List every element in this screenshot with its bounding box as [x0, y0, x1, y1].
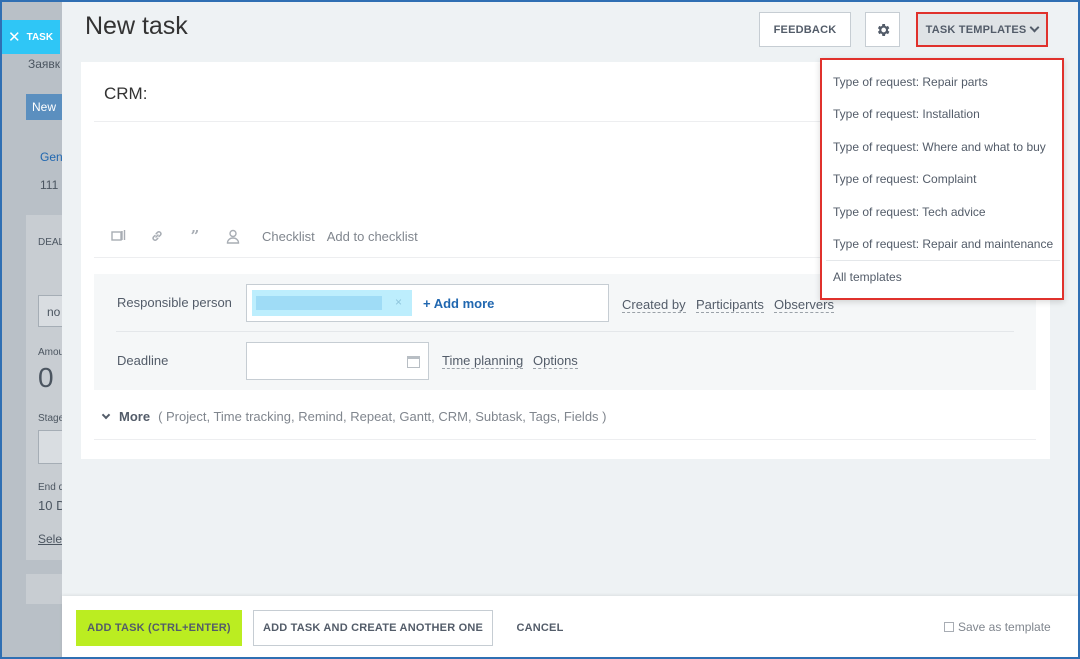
save-as-template-checkbox[interactable]	[944, 622, 954, 632]
more-section-toggle[interactable]: More ( Project, Time tracking, Remind, R…	[101, 409, 607, 424]
participants-link[interactable]: Participants	[696, 297, 764, 313]
add-task-button[interactable]: ADD TASK (CTRL+ENTER)	[76, 610, 242, 646]
task-slider: New task FEEDBACK TASK TEMPLATES CRM: ”	[62, 2, 1078, 657]
add-task-and-create-another-button[interactable]: ADD TASK AND CREATE ANOTHER ONE	[253, 610, 493, 646]
more-label: More	[119, 409, 151, 424]
more-items: ( Project, Time tracking, Remind, Repeat…	[158, 409, 607, 424]
all-templates-link[interactable]: All templates	[833, 270, 902, 284]
save-as-template-label: Save as template	[958, 620, 1051, 634]
feedback-button[interactable]: FEEDBACK	[759, 12, 851, 47]
calendar-icon[interactable]	[407, 356, 420, 368]
footer-bar: ADD TASK (CTRL+ENTER) ADD TASK AND CREAT…	[62, 596, 1078, 657]
attach-file-icon[interactable]	[110, 228, 128, 244]
settings-button[interactable]	[865, 12, 900, 47]
quote-icon[interactable]: ”	[186, 227, 204, 245]
template-item-repair-maintenance[interactable]: Type of request: Repair and maintenance	[833, 237, 1053, 251]
bg-stage-label: Stage	[38, 413, 64, 424]
bg-tab-fragment: Gen	[40, 150, 63, 164]
responsible-person-field[interactable]: × + Add more	[246, 284, 609, 322]
bg-end-label: End d	[38, 482, 64, 493]
window-frame: Заявк New Gen 111 DEAL no Amou 0 Stage E…	[0, 0, 1080, 659]
redacted-name	[256, 296, 382, 310]
save-as-template-option[interactable]: Save as template	[944, 620, 1051, 634]
task-templates-button[interactable]: TASK TEMPLATES	[916, 12, 1048, 47]
chevron-down-icon	[101, 410, 111, 419]
checklist-button[interactable]: Checklist	[262, 229, 315, 244]
deadline-input[interactable]	[246, 342, 429, 380]
bg-card-2	[26, 574, 64, 604]
bg-select-fragment: Selec	[38, 532, 64, 546]
background-crm-page: Заявк New Gen 111 DEAL no Amou 0 Stage E…	[2, 2, 64, 657]
bg-amount-label: Amou	[38, 347, 64, 358]
task-templates-menu: Type of request: Repair parts Type of re…	[820, 58, 1064, 300]
template-item-repair-parts[interactable]: Type of request: Repair parts	[833, 75, 988, 89]
divider	[94, 439, 1036, 440]
cancel-button[interactable]: CANCEL	[505, 610, 575, 646]
time-planning-link[interactable]: Time planning	[442, 353, 524, 369]
gear-icon	[877, 23, 889, 36]
add-to-checklist-button[interactable]: Add to checklist	[327, 229, 418, 244]
task-templates-label: TASK TEMPLATES	[925, 23, 1027, 36]
bg-deal-fragment: DEAL	[38, 237, 64, 248]
add-more-link[interactable]: + Add more	[423, 296, 494, 311]
bg-end-value: 10 D	[38, 498, 64, 513]
template-item-installation[interactable]: Type of request: Installation	[833, 107, 980, 121]
responsible-person-chip: ×	[252, 290, 412, 316]
divider	[826, 260, 1060, 261]
chevron-down-icon	[1029, 22, 1040, 33]
remove-chip-icon[interactable]: ×	[395, 295, 402, 309]
bg-text-fragment: Заявк	[28, 57, 61, 71]
template-item-tech-advice[interactable]: Type of request: Tech advice	[833, 205, 986, 219]
bg-field-box: no	[38, 295, 64, 327]
bg-stage-box	[38, 430, 64, 464]
close-task-tab[interactable]: ✕ TASK	[2, 20, 60, 54]
created-by-link[interactable]: Created by	[622, 297, 686, 313]
task-title-input[interactable]: CRM:	[104, 84, 147, 104]
responsible-person-label: Responsible person	[117, 295, 232, 310]
mention-user-icon[interactable]	[224, 228, 242, 244]
bg-new-button: New	[26, 94, 62, 120]
editor-toolbar: ” Checklist Add to checklist	[110, 227, 430, 245]
options-link[interactable]: Options	[533, 353, 578, 369]
template-item-where-to-buy[interactable]: Type of request: Where and what to buy	[833, 140, 1046, 154]
template-item-complaint[interactable]: Type of request: Complaint	[833, 172, 976, 186]
task-tab-label: TASK	[26, 31, 54, 43]
link-icon[interactable]	[148, 228, 166, 244]
bg-amount-value: 0	[38, 362, 54, 393]
deadline-label: Deadline	[117, 353, 169, 368]
page-title: New task	[85, 12, 188, 40]
bg-number-fragment: 111	[40, 178, 59, 192]
divider	[116, 331, 1014, 332]
close-icon: ✕	[8, 29, 21, 46]
